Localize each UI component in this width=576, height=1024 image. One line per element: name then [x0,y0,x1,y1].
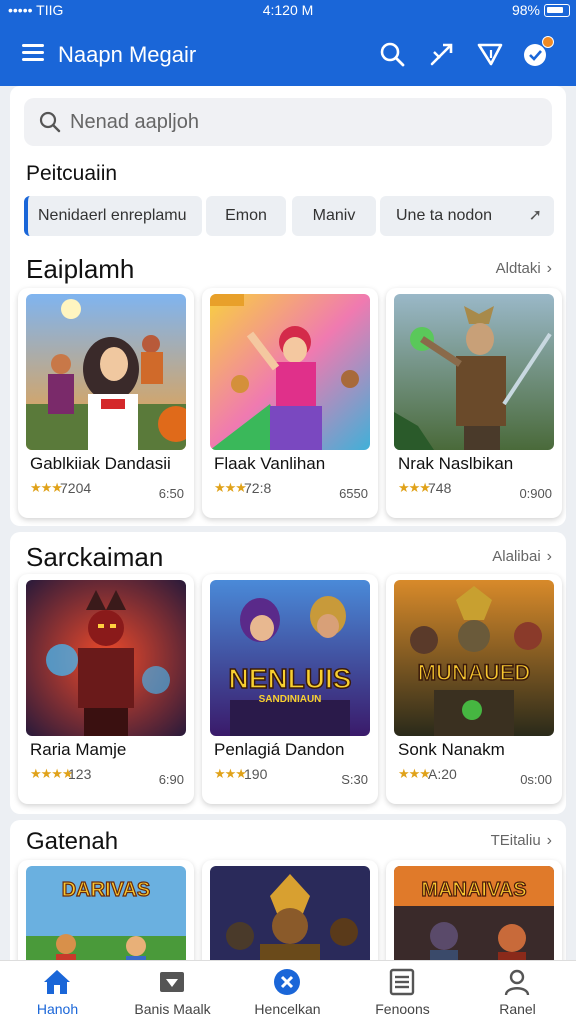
filter-icon[interactable] [476,40,504,68]
filter-heading: Peitcuaiin [26,162,118,185]
game-thumbnail [210,294,370,450]
search-icon [38,110,62,134]
filter-chip[interactable]: Maniv [292,196,376,236]
game-card[interactable]: NENLUIS SANDINIAUN Penlagiá Dandon ★★★ 1… [202,574,378,804]
nav-label: Fenoons [375,1001,430,1017]
thumbnail-logo: MANAIVAS [421,879,526,901]
section-title: Eaiplamh [26,254,135,284]
nav-label: Hanoh [36,1001,79,1017]
x-badge-icon [272,967,302,997]
game-price: 0s:00 [520,772,552,787]
notification-badge [542,36,554,48]
filter-chip[interactable]: Emon [206,196,286,236]
game-price: S:30 [341,772,368,787]
star-rating-icon: ★★★ [30,480,63,495]
thumbnail-logo-sub: SANDINIAUN [259,694,322,705]
star-rating-icon: ★★★★ [30,766,74,781]
bottom-nav: Hanoh Banis Maalk Hencelkan Fenoons Rane… [0,960,576,1024]
see-all-link[interactable]: TEitaliu › [491,832,552,850]
app-title: Naapn Megair [58,42,197,67]
game-thumbnail [26,294,186,450]
chevron-right-icon: › [546,832,552,849]
rating-count: 7204 [60,480,92,496]
game-thumbnail: NENLUIS SANDINIAUN [210,580,370,736]
nav-label: Ranel [499,1001,536,1017]
status-bar: ••••• TIIG 4:120 M 98% [0,0,576,22]
thumbnail-logo: DARIVAS [62,879,151,901]
rating-count: 123 [68,766,92,782]
nav-label: Banis Maalk [134,1001,211,1017]
rating-count: 748 [428,480,452,496]
game-card[interactable]: MUNAUED Sonk Nanakm ★★★ A:20 0s:00 [386,574,562,804]
game-price: 6:90 [158,772,184,787]
nav-item-list[interactable]: Fenoons [345,961,460,1024]
search-input[interactable] [70,106,530,138]
star-rating-icon: ★★★ [398,480,431,495]
game-title: Flaak Vanlihan [214,454,326,473]
home-icon [42,967,72,997]
nav-item-profile[interactable]: Ranel [460,961,575,1024]
game-tool-icon[interactable] [428,40,456,68]
game-thumbnail [394,294,554,450]
search-icon[interactable] [378,40,406,68]
filter-chip-label: Emon [225,207,267,224]
chevron-right-icon: › [546,548,552,565]
game-title: Gablkiiak Dandasii [30,454,171,473]
nav-item-cards[interactable]: Banis Maalk [115,961,230,1024]
see-all-label: TEitaliu [490,832,541,849]
nav-item-center[interactable]: Hencelkan [230,961,345,1024]
rating-count: 190 [244,766,268,782]
game-section: Gatenah TEitaliu › DARIVAS MANAIVAS [10,820,566,990]
battery-percent: 98% [511,2,540,18]
game-price: 6:50 [158,486,184,501]
game-title: Penlagiá Dandon [214,740,345,759]
rating-count: A:20 [428,766,457,782]
filter-chip-label: Une ta nodon [396,207,493,224]
game-price: 0:900 [519,486,552,501]
notification-icon[interactable] [522,36,554,68]
game-section: Sarckaiman Alalibai › Raria Mamje ★★★★ 1… [10,532,566,814]
menu-icon[interactable] [22,44,44,62]
search-bar[interactable] [24,98,552,146]
nav-label: Hencelkan [254,1001,321,1017]
chevron-right-icon: › [546,260,552,277]
game-card[interactable]: Gablkiiak Dandasii ★★★ 7204 6:50 [18,288,194,518]
game-thumbnail [26,580,186,736]
clock: 4:120 M [262,2,314,18]
rating-count: 72:8 [244,480,272,496]
game-thumbnail: MUNAUED [394,580,554,736]
thumbnail-logo: NENLUIS [229,663,352,694]
section-title: Gatenah [26,828,119,855]
main-panel: Peitcuaiin Nenidaerl enreplamu Emon Mani… [10,86,566,526]
cards-icon [157,967,187,997]
game-price: 6550 [339,486,368,501]
filter-chip[interactable]: Nenidaerl enreplamu [24,196,202,236]
thumbnail-logo: MUNAUED [418,660,530,685]
star-rating-icon: ★★★ [214,766,247,781]
app-bar: Naapn Megair [0,22,576,86]
game-title: Raria Mamje [30,740,127,759]
list-icon [387,967,417,997]
battery-icon [544,4,570,17]
see-all-label: Aldtaki [495,260,541,277]
filter-chip-label: Maniv [312,207,356,224]
see-all-label: Alalibai [492,548,541,565]
chip-arrow-icon: ➚ [528,207,542,224]
see-all-link[interactable]: Aldtaki › [496,260,552,278]
game-card[interactable]: Nrak Naslbikan ★★★ 748 0:900 [386,288,562,518]
section-title: Sarckaiman [26,542,164,572]
game-title: Nrak Naslbikan [398,454,514,473]
star-rating-icon: ★★★ [214,480,247,495]
game-card[interactable]: Flaak Vanlihan ★★★ 72:8 6550 [202,288,378,518]
profile-icon [502,967,532,997]
game-title: Sonk Nanakm [398,740,505,759]
filter-chip[interactable]: Une ta nodon ➚ [380,196,554,236]
see-all-link[interactable]: Alalibai › [492,548,552,566]
nav-item-home[interactable]: Hanoh [0,961,115,1024]
game-card[interactable]: Raria Mamje ★★★★ 123 6:90 [18,574,194,804]
star-rating-icon: ★★★ [398,766,431,781]
filter-chip-label: Nenidaerl enreplamu [38,207,187,224]
